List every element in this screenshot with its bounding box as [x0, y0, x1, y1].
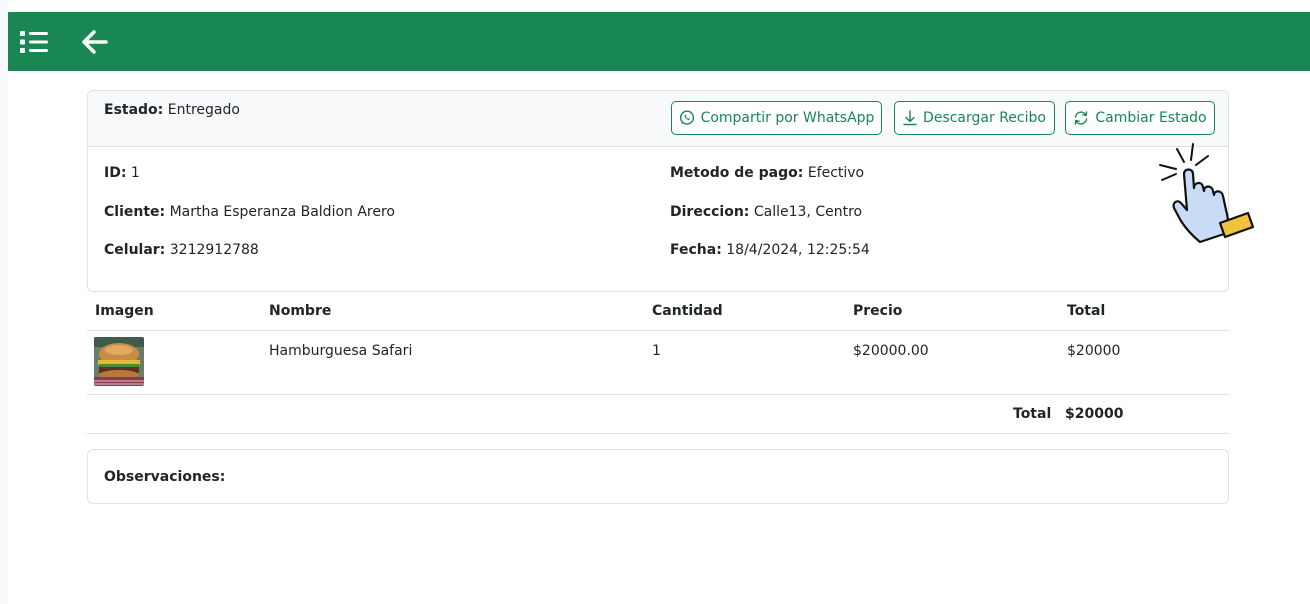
- whatsapp-icon: [679, 110, 694, 125]
- id-label: ID:: [104, 165, 127, 181]
- list-icon[interactable]: [18, 26, 50, 58]
- table-row: Hamburguesa Safari 1 $20000.00 $20000: [87, 330, 1229, 395]
- phone-value: 3212912788: [169, 242, 259, 258]
- order-phone: Celular: 3212912788: [104, 242, 259, 258]
- payment-label: Metodo de pago:: [670, 165, 804, 181]
- column-header-name: Nombre: [269, 303, 332, 319]
- share-whatsapp-button[interactable]: Compartir por WhatsApp: [671, 101, 882, 135]
- client-value: Martha Esperanza Baldion Arero: [169, 204, 395, 220]
- download-receipt-label: Descargar Recibo: [923, 110, 1046, 126]
- address-value: Calle13, Centro: [753, 204, 863, 220]
- product-name: Hamburguesa Safari: [269, 343, 413, 359]
- order-client: Cliente: Martha Esperanza Baldion Arero: [104, 204, 395, 220]
- grand-total-label: Total: [1013, 406, 1052, 422]
- order-date: Fecha: 18/4/2024, 12:25:54: [670, 242, 870, 258]
- phone-label: Celular:: [104, 242, 166, 258]
- status-value: Entregado: [167, 102, 240, 118]
- table-total-row: Total $20000: [87, 395, 1229, 434]
- address-label: Direccion:: [670, 204, 750, 220]
- change-state-button[interactable]: Cambiar Estado: [1065, 101, 1215, 135]
- order-card-header: Estado: Entregado Compartir por WhatsApp…: [88, 91, 1228, 147]
- order-address: Direccion: Calle13, Centro: [670, 204, 862, 220]
- download-receipt-button[interactable]: Descargar Recibo: [894, 101, 1055, 135]
- order-id: ID: 1: [104, 165, 140, 181]
- product-total: $20000: [1067, 343, 1121, 359]
- order-payment: Metodo de pago: Efectivo: [670, 165, 864, 181]
- observations-card: Observaciones:: [87, 449, 1229, 504]
- order-status: Estado: Entregado: [104, 102, 240, 118]
- left-margin: [0, 0, 8, 604]
- column-header-price: Precio: [853, 303, 903, 319]
- top-navbar: [8, 12, 1310, 71]
- observations-label: Observaciones:: [104, 469, 226, 485]
- date-label: Fecha:: [670, 242, 722, 258]
- product-quantity: 1: [652, 343, 661, 359]
- product-image: [94, 337, 144, 386]
- date-value: 18/4/2024, 12:25:54: [726, 242, 870, 258]
- grand-total-value: $20000: [1065, 406, 1124, 422]
- status-label: Estado:: [104, 102, 164, 118]
- pointer-hand-icon: [1156, 142, 1256, 244]
- table-header: Imagen Nombre Cantidad Precio Total: [87, 292, 1229, 331]
- column-header-quantity: Cantidad: [652, 303, 723, 319]
- column-header-image: Imagen: [95, 303, 154, 319]
- payment-value: Efectivo: [807, 165, 865, 181]
- change-state-label: Cambiar Estado: [1095, 110, 1207, 126]
- refresh-icon: [1075, 111, 1088, 125]
- client-label: Cliente:: [104, 204, 166, 220]
- share-whatsapp-label: Compartir por WhatsApp: [700, 110, 875, 126]
- product-price: $20000.00: [853, 343, 929, 359]
- column-header-total: Total: [1067, 303, 1106, 319]
- download-icon: [903, 110, 917, 126]
- order-card: Estado: Entregado Compartir por WhatsApp…: [87, 90, 1229, 292]
- arrow-left-icon[interactable]: [80, 28, 110, 56]
- id-value: 1: [130, 165, 140, 181]
